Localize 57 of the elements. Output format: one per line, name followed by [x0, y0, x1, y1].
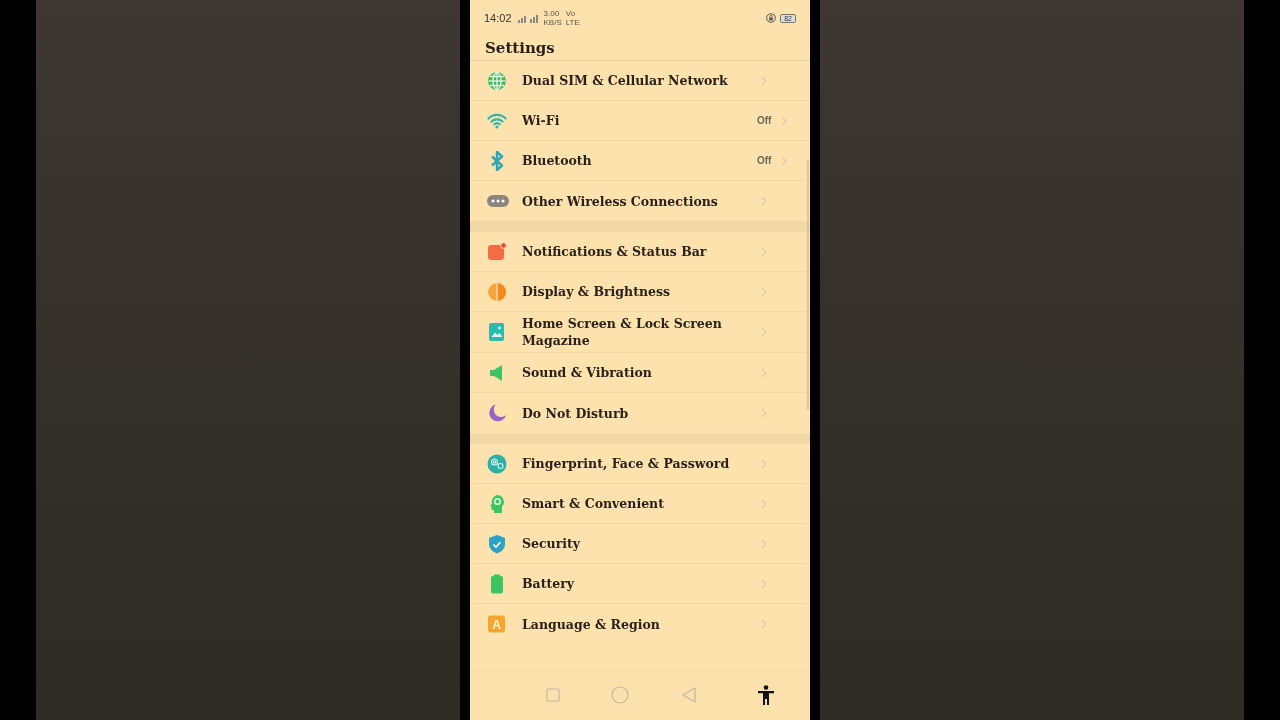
chevron-icon: [761, 196, 767, 206]
lock-icon: [766, 13, 777, 23]
item-value: Off: [757, 155, 772, 166]
clock-time: 14:02: [484, 12, 512, 24]
settings-item[interactable]: Do Not Disturb: [470, 393, 810, 433]
settings-item[interactable]: Fingerprint, Face & Password: [470, 444, 810, 484]
chevron-icon: [761, 286, 767, 297]
volte-label: Vo: [565, 9, 577, 18]
chevron-icon: [761, 538, 767, 549]
recents-icon[interactable]: [545, 688, 560, 702]
chevron-icon: [761, 246, 767, 257]
item-label: Sound & Vibration: [522, 364, 653, 382]
item-label: Do Not Disturb: [522, 404, 630, 423]
item-label: Notifications & Status Bar: [522, 243, 708, 261]
settings-item[interactable]: Other Wireless Connections: [470, 181, 810, 221]
signal-icon: [515, 13, 540, 23]
chevron-icon: [761, 619, 767, 629]
globe-icon: [487, 70, 509, 91]
settings-item[interactable]: Battery: [470, 564, 810, 604]
item-label: Fingerprint, Face & Password: [522, 455, 731, 473]
settings-item[interactable]: Smart & Convenient: [470, 484, 810, 524]
chevron-icon: [761, 75, 767, 86]
accessibility-icon[interactable]: [758, 685, 775, 705]
item-label: Wi-Fi: [522, 112, 561, 130]
network-speed: 3.00: [543, 9, 561, 18]
notification-icon: [487, 241, 509, 262]
settings-item[interactable]: Dual SIM & Cellular Network: [470, 61, 810, 101]
chevron-icon: [761, 578, 767, 589]
lte-label: LTE: [565, 18, 580, 27]
item-label: Display & Brightness: [522, 283, 672, 301]
back-icon[interactable]: [680, 687, 697, 703]
item-label: Home Screen & Lock Screen Magazine: [522, 315, 723, 350]
chevron-icon: [761, 498, 767, 509]
settings-item[interactable]: Security: [470, 524, 810, 564]
item-label: Smart & Convenient: [522, 495, 665, 513]
settings-item[interactable]: Bluetooth Off: [470, 141, 810, 181]
item-value: Off: [757, 115, 772, 126]
chevron-icon: [781, 115, 788, 126]
fingerprint-icon: [487, 453, 509, 474]
speed-unit: KB/S: [543, 18, 562, 27]
moon-icon: [487, 403, 509, 423]
settings-item[interactable]: Wi-Fi Off: [470, 101, 810, 141]
page-title: Settings: [484, 38, 556, 59]
home-icon[interactable]: [611, 686, 630, 704]
chevron-icon: [761, 327, 767, 337]
chevron-icon: [781, 155, 788, 166]
item-label: Battery: [522, 575, 576, 593]
settings-item[interactable]: A Language & Region: [470, 604, 810, 644]
item-label: Security: [522, 535, 582, 553]
item-label: Other Wireless Connections: [522, 192, 719, 211]
half-circle-icon: [487, 281, 509, 302]
item-label: Dual SIM & Cellular Network: [522, 72, 729, 90]
chevron-icon: [761, 408, 767, 418]
item-label: Language & Region: [522, 615, 661, 634]
chevron-icon: [761, 458, 767, 469]
chevron-icon: [761, 367, 767, 378]
item-label: Bluetooth: [522, 152, 593, 170]
